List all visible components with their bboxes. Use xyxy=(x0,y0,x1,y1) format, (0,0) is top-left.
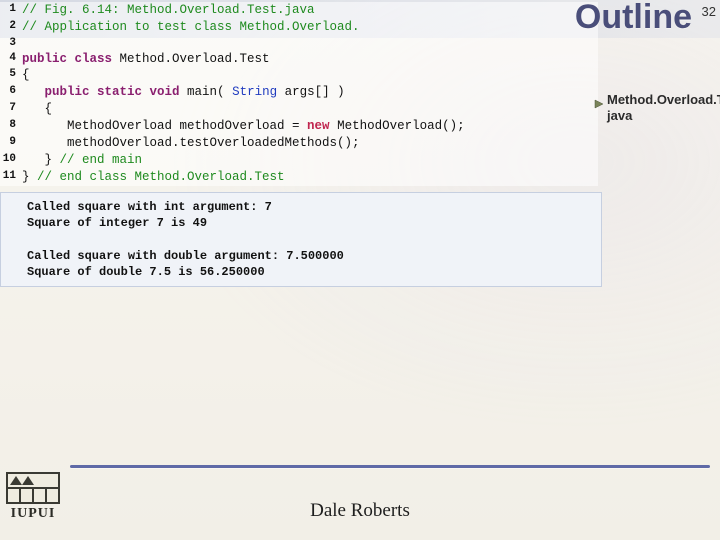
side-note: Method.Overload.Test. java xyxy=(607,92,712,125)
author-name: Dale Roberts xyxy=(0,500,720,522)
code-content: } // end main xyxy=(22,152,142,169)
program-output: Called square with int argument: 7 Squar… xyxy=(0,192,602,287)
code-content: methodOverload.testOverloadedMethods(); xyxy=(22,135,360,152)
bullet-icon xyxy=(594,96,604,106)
code-line: 2// Application to test class Method.Ove… xyxy=(0,19,598,36)
code-content: // Fig. 6.14: Method.Overload.Test.java xyxy=(22,2,315,19)
slide: Outline 32 Method.Overload.Test. java 1/… xyxy=(0,0,720,540)
code-line: 11} // end class Method.Overload.Test xyxy=(0,169,598,186)
line-number: 3 xyxy=(0,36,22,51)
code-line: 5{ xyxy=(0,67,598,84)
code-content: { xyxy=(22,67,30,84)
code-line: 10 } // end main xyxy=(0,152,598,169)
slide-title: Outline xyxy=(575,0,692,37)
code-line: 6 public static void main( String args[]… xyxy=(0,84,598,101)
code-content: // Application to test class Method.Over… xyxy=(22,19,360,36)
code-line: 4public class Method.Overload.Test xyxy=(0,51,598,68)
line-number: 7 xyxy=(0,101,22,118)
code-content: MethodOverload methodOverload = new Meth… xyxy=(22,118,465,135)
line-number: 10 xyxy=(0,152,22,169)
code-content: { xyxy=(22,101,52,118)
line-number: 11 xyxy=(0,169,22,186)
line-number: 2 xyxy=(0,19,22,36)
line-number: 1 xyxy=(0,2,22,19)
code-listing: 1// Fig. 6.14: Method.Overload.Test.java… xyxy=(0,2,598,186)
line-number: 5 xyxy=(0,67,22,84)
code-line: 7 { xyxy=(0,101,598,118)
code-line: 3 xyxy=(0,36,598,51)
line-number: 6 xyxy=(0,84,22,101)
code-content: public class Method.Overload.Test xyxy=(22,51,270,68)
code-line: 1// Fig. 6.14: Method.Overload.Test.java xyxy=(0,2,598,19)
line-number: 4 xyxy=(0,51,22,68)
code-content: } // end class Method.Overload.Test xyxy=(22,169,285,186)
line-number: 9 xyxy=(0,135,22,152)
code-line: 8 MethodOverload methodOverload = new Me… xyxy=(0,118,598,135)
line-number: 8 xyxy=(0,118,22,135)
code-line: 9 methodOverload.testOverloadedMethods()… xyxy=(0,135,598,152)
code-content: public static void main( String args[] ) xyxy=(22,84,345,101)
page-number: 32 xyxy=(702,4,716,19)
footer-rule xyxy=(70,465,710,468)
